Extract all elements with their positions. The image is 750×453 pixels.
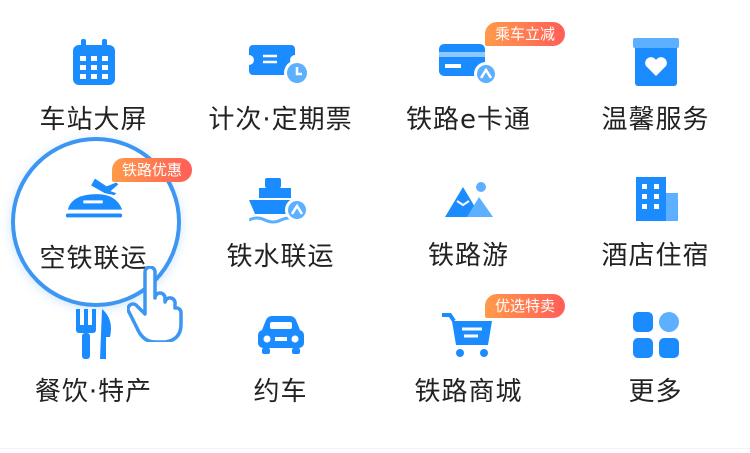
service-care[interactable]: 温馨服务	[562, 0, 749, 136]
fork-knife-icon	[62, 308, 126, 361]
pointing-hand-icon	[126, 265, 183, 344]
ticket-clock-icon	[248, 36, 313, 89]
service-e-card[interactable]: 铁路e卡通 乘车立减	[375, 0, 566, 136]
service-label: 酒店住宿	[601, 241, 710, 271]
service-mall[interactable]: 铁路商城 优选特卖	[375, 272, 566, 408]
service-grid: 车站大屏 计次·定期票 铁路e卡通 乘车立减 温馨服务 空铁联运 铁水联运 铁路…	[0, 0, 750, 453]
promo-badge: 优选特卖	[485, 294, 566, 318]
promo-badge: 铁路优惠	[112, 158, 193, 182]
service-hotel[interactable]: 酒店住宿 铁路优惠	[112, 136, 749, 272]
service-label: 更多	[628, 377, 683, 407]
service-label: 餐饮·特产	[34, 377, 153, 407]
service-periodic-ticket[interactable]: 计次·定期票	[187, 0, 374, 136]
service-label: 铁路e卡通	[406, 105, 531, 135]
hotel-icon	[624, 172, 688, 225]
ship-icon	[248, 172, 313, 226]
service-air-rail[interactable]: 空铁联运	[0, 136, 187, 274]
heart-bag-icon	[624, 36, 688, 89]
service-label: 约车	[253, 377, 308, 407]
service-rail-water[interactable]: 铁水联运	[187, 136, 374, 272]
service-label: 铁路游	[427, 241, 509, 271]
service-car[interactable]: 约车	[187, 272, 374, 408]
service-rail-travel[interactable]: 铁路游	[375, 136, 562, 272]
service-label: 计次·定期票	[208, 105, 353, 135]
calendar-icon	[62, 36, 126, 89]
mountain-icon	[437, 172, 501, 225]
service-label: 车站大屏	[39, 105, 148, 135]
grid-icon	[624, 308, 688, 361]
divider	[0, 448, 750, 449]
promo-badge: 乘车立减	[485, 22, 566, 46]
service-station-screen[interactable]: 车站大屏	[0, 0, 187, 136]
car-icon	[249, 308, 313, 361]
service-label: 温馨服务	[601, 105, 710, 135]
service-more[interactable]: 更多	[562, 272, 749, 408]
service-label: 铁路商城	[414, 377, 523, 407]
service-label: 铁水联运	[226, 242, 335, 272]
